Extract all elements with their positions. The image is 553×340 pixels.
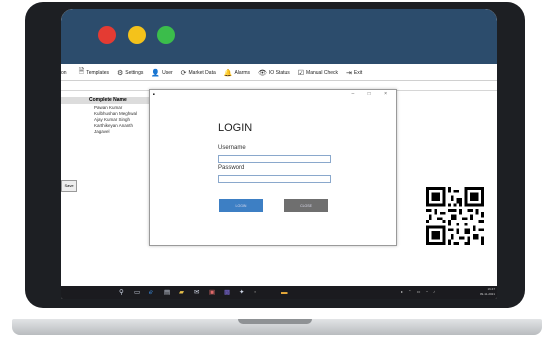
app-icon[interactable]: ✦	[239, 287, 244, 298]
menu-item-market-data[interactable]: ⟳ Market Data	[181, 69, 216, 77]
mail-icon[interactable]: ✉	[194, 287, 199, 298]
menu-item-io-status[interactable]: 👁 IO Status	[258, 69, 290, 77]
side-button[interactable]: Save	[61, 180, 77, 192]
password-label: Password	[218, 165, 245, 171]
minimize-traffic-light[interactable]	[128, 26, 146, 44]
exit-icon: ⇥	[346, 69, 352, 77]
username-field[interactable]	[218, 155, 331, 163]
settings-icon: ⚙	[117, 69, 124, 77]
laptop-screen: on 🗎 Templates ⚙ Settings 👤 User ⟳ Market Da…	[61, 9, 497, 299]
login-titlebar[interactable]: ■ – □ ×	[150, 90, 396, 99]
io-status-icon: 👁	[258, 69, 267, 77]
menu-item-user[interactable]: 👤 User	[151, 69, 172, 77]
app-icon: ■	[153, 92, 155, 96]
window-controls[interactable]: – □ ×	[352, 90, 394, 99]
menu-item-settings[interactable]: ⚙ Settings	[117, 69, 143, 77]
password-field[interactable]	[218, 175, 331, 183]
manual-check-icon: ☑	[297, 69, 305, 77]
username-label: Username	[218, 145, 246, 151]
menu-item-templates[interactable]: 🗎 Templates	[79, 67, 109, 78]
menu-item-manual-check[interactable]: ☑ Manual Check	[298, 69, 338, 77]
qr-code-graphic	[426, 187, 484, 245]
menu-fragment[interactable]: on	[61, 70, 67, 76]
close-button[interactable]: CLOSE	[284, 199, 328, 212]
search-icon[interactable]: ⚲	[119, 287, 124, 298]
login-heading: LOGIN	[218, 122, 253, 134]
taskbar: ⚲ ▭ ℯ ▤ ▰ ✉ ▣ ▩ ✦ ▪ ▬ ▸ ⌃ ▭ ◔ ♪ 16:47 09…	[61, 286, 497, 299]
media-icon[interactable]: ▣	[209, 287, 215, 298]
names-list: Pawan Kumar Kulbhushan Meghwal Ajay Kuma…	[94, 105, 137, 135]
market-data-icon: ⟳	[180, 69, 187, 77]
menu-item-alarms[interactable]: 🔔 Alarms	[224, 69, 250, 77]
menu-item-exit[interactable]: ⇥ Exit	[346, 69, 362, 77]
maximize-traffic-light[interactable]	[157, 26, 175, 44]
list-item[interactable]: Jagavel	[94, 129, 137, 135]
templates-icon: 🗎	[78, 68, 85, 75]
alarms-icon: 🔔	[223, 69, 233, 77]
task-view-icon[interactable]: ▭	[134, 287, 140, 298]
close-traffic-light[interactable]	[98, 26, 116, 44]
window-header	[61, 9, 497, 64]
settings-icon[interactable]: ▪	[254, 287, 256, 298]
app-menu-bar: on 🗎 Templates ⚙ Settings 👤 User ⟳ Market Da…	[61, 65, 497, 81]
edge-icon[interactable]: ℯ	[149, 287, 153, 298]
login-dialog: ■ – □ × LOGIN Username Password LOGIN CL…	[149, 89, 397, 246]
teams-icon[interactable]: ▩	[224, 287, 230, 298]
login-button[interactable]: LOGIN	[219, 199, 263, 212]
system-tray-icons[interactable]: ▸ ⌃ ▭ ◔ ♪	[401, 289, 437, 294]
notes-icon[interactable]: ▬	[281, 287, 288, 298]
clock[interactable]: 16:47 09-11-2021	[480, 287, 495, 297]
user-icon: 👤	[151, 69, 161, 77]
laptop-notch	[238, 319, 312, 324]
qr-code	[426, 187, 484, 245]
explorer-icon[interactable]: ▰	[179, 287, 184, 298]
store-icon[interactable]: ▤	[164, 287, 170, 298]
